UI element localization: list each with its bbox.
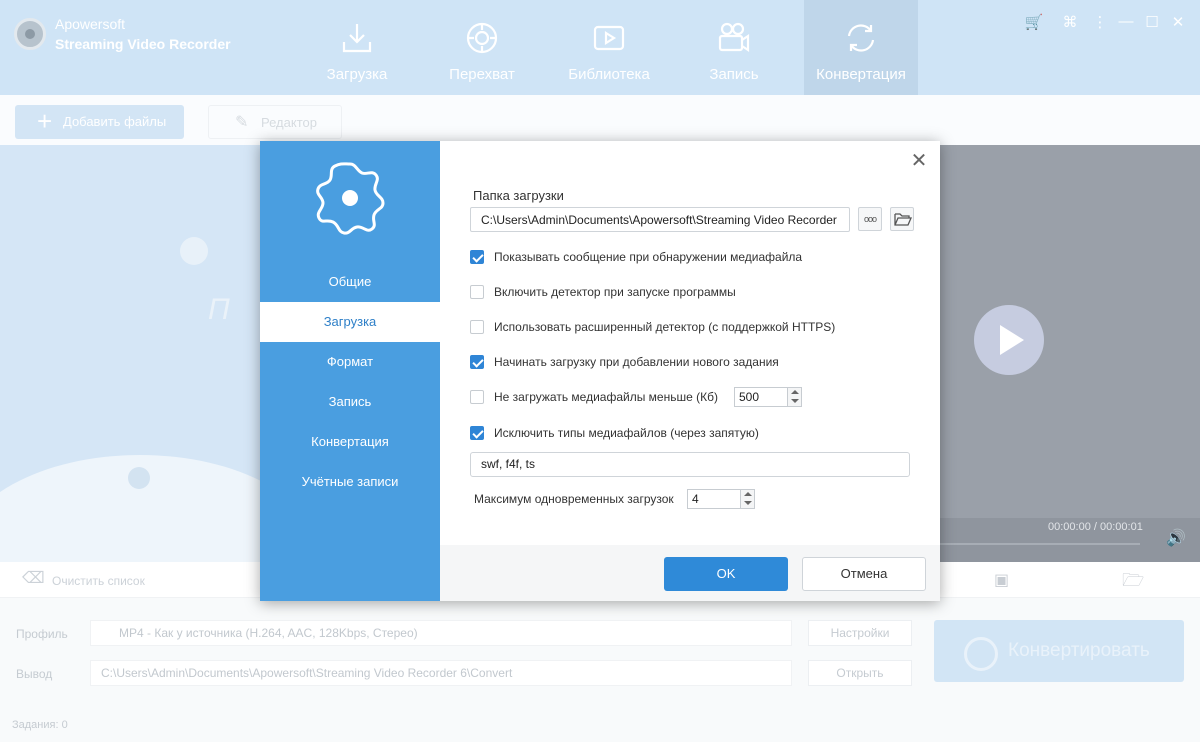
profile-label: Профиль: [16, 627, 68, 641]
settings-nav-format[interactable]: Формат: [260, 342, 440, 382]
nav-tab-library[interactable]: Библиотека: [552, 0, 666, 95]
checkbox-exclude-types[interactable]: [470, 426, 484, 440]
option-label: Не загружать медиафайлы меньше (Кб): [494, 390, 718, 404]
cart-icon[interactable]: 🛒: [1024, 13, 1044, 31]
checkbox-advanced-detector[interactable]: [470, 320, 484, 334]
output-path-field[interactable]: C:\Users\Admin\Documents\Apowersoft\Stre…: [90, 660, 792, 686]
film-reel-icon: [128, 467, 150, 489]
option-label: Использовать расширенный детектор (с под…: [494, 320, 836, 334]
capture-icon: [466, 22, 498, 54]
nav-tab-convert[interactable]: Конвертация: [804, 0, 918, 95]
tasks-count: Задания: 0: [12, 719, 68, 731]
ok-button[interactable]: OK: [664, 557, 788, 591]
video-preview: 00:00:00 / 00:00:01 🔊: [940, 145, 1200, 562]
folder-icon[interactable]: 🗁: [1122, 568, 1144, 598]
nav-tab-download[interactable]: Загрузка: [300, 0, 414, 95]
min-size-stepper[interactable]: 500: [734, 387, 802, 407]
output-label: Вывод: [16, 667, 53, 681]
convert-icon: [847, 24, 875, 52]
option-label: Начинать загрузку при добавлении нового …: [494, 355, 779, 369]
add-files-button[interactable]: Добавить файлы: [15, 104, 184, 139]
nav-tab-label: Запись: [709, 66, 759, 83]
settings-dialog: Общие Загрузка Формат Запись Конвертация…: [260, 141, 940, 601]
output-panel: Профиль MP4 - Как у источника (H.264, AA…: [0, 598, 1200, 742]
settings-sidebar: Общие Загрузка Формат Запись Конвертация…: [260, 141, 440, 601]
arrow-down-icon[interactable]: [744, 501, 752, 505]
download-folder-label: Папка загрузки: [473, 188, 564, 203]
nav-tab-label: Перехват: [449, 66, 515, 83]
convert-button[interactable]: Конвертировать: [934, 620, 1184, 682]
app-logo-icon: [14, 18, 46, 50]
more-menu-icon[interactable]: ⋮: [1090, 13, 1110, 31]
open-folder-button[interactable]: [890, 207, 914, 231]
record-icon: [718, 22, 750, 53]
app-header: Apowersoft Streaming Video Recorder Загр…: [0, 0, 1200, 95]
option-label: Показывать сообщение при обнаружении мед…: [494, 250, 803, 264]
settings-button[interactable]: Настройки: [808, 620, 912, 646]
settings-nav-accounts[interactable]: Учётные записи: [260, 462, 440, 502]
film-reel-icon: [180, 237, 208, 265]
checkbox-enable-detector[interactable]: [470, 285, 484, 299]
playback-time: 00:00:00 / 00:00:01: [1048, 521, 1143, 533]
clear-list-button[interactable]: Очистить список: [52, 574, 145, 588]
settings-nav-record[interactable]: Запись: [260, 382, 440, 422]
exclude-types-input[interactable]: swf, f4f, ts: [470, 452, 910, 477]
folder-open-icon: [894, 213, 912, 226]
settings-nav-convert[interactable]: Конвертация: [260, 422, 440, 462]
close-icon[interactable]: ✕: [910, 151, 928, 171]
arrow-up-icon[interactable]: [791, 390, 799, 394]
arrow-down-icon[interactable]: [791, 399, 799, 403]
nav-tab-label: Библиотека: [568, 66, 650, 83]
checkbox-show-message[interactable]: [470, 250, 484, 264]
seek-bar[interactable]: [940, 543, 1140, 545]
toolbar: Добавить файлы Редактор: [0, 95, 1200, 145]
file-list-area: П: [0, 145, 265, 562]
option-label: Исключить типы медиафайлов (через запяту…: [494, 426, 759, 440]
download-icon: [342, 24, 372, 53]
editor-button[interactable]: Редактор: [208, 105, 342, 140]
nav-tab-record[interactable]: Запись: [677, 0, 791, 95]
checkbox-auto-start-download[interactable]: [470, 355, 484, 369]
open-button[interactable]: Открыть: [808, 660, 912, 686]
stepper-buttons[interactable]: [740, 490, 754, 508]
download-folder-input[interactable]: [470, 207, 850, 232]
library-icon: [593, 25, 625, 51]
maximize-icon[interactable]: ☐: [1142, 13, 1162, 31]
arrow-up-icon[interactable]: [744, 492, 752, 496]
max-downloads-label: Максимум одновременных загрузок: [474, 492, 674, 506]
nav-tab-label: Конвертация: [816, 66, 906, 83]
image-icon[interactable]: ▣: [994, 570, 1009, 590]
stepper-buttons[interactable]: [787, 388, 801, 406]
dialog-footer: OK Отмена: [440, 545, 940, 601]
product-name: Streaming Video Recorder: [55, 36, 231, 52]
brand-name: Apowersoft: [55, 16, 126, 32]
broom-icon: ⌫: [22, 570, 45, 587]
volume-icon[interactable]: 🔊: [1166, 528, 1186, 548]
gear-icon: [316, 162, 385, 235]
settings-content: ✕ Папка загрузки ooo Показывать сообщени…: [440, 141, 940, 601]
cancel-button[interactable]: Отмена: [802, 557, 926, 591]
max-downloads-value: 4: [692, 492, 699, 506]
nav-tab-capture[interactable]: Перехват: [425, 0, 539, 95]
nav-tab-label: Загрузка: [326, 66, 388, 83]
max-downloads-stepper[interactable]: 4: [687, 489, 755, 509]
close-window-icon[interactable]: ✕: [1168, 13, 1188, 31]
profile-select[interactable]: MP4 - Как у источника (H.264, AAC, 128Kb…: [90, 620, 792, 646]
checkbox-min-size[interactable]: [470, 390, 484, 404]
apps-icon[interactable]: ⌘: [1060, 13, 1080, 31]
play-icon[interactable]: [974, 305, 1044, 375]
settings-nav-general[interactable]: Общие: [260, 262, 440, 302]
decorative-text-icon: П: [208, 293, 230, 326]
minimize-icon[interactable]: —: [1116, 13, 1136, 30]
browse-button[interactable]: ooo: [858, 207, 882, 231]
settings-nav-download[interactable]: Загрузка: [260, 302, 440, 342]
option-label: Включить детектор при запуске программы: [494, 285, 736, 299]
min-size-value: 500: [739, 390, 760, 404]
